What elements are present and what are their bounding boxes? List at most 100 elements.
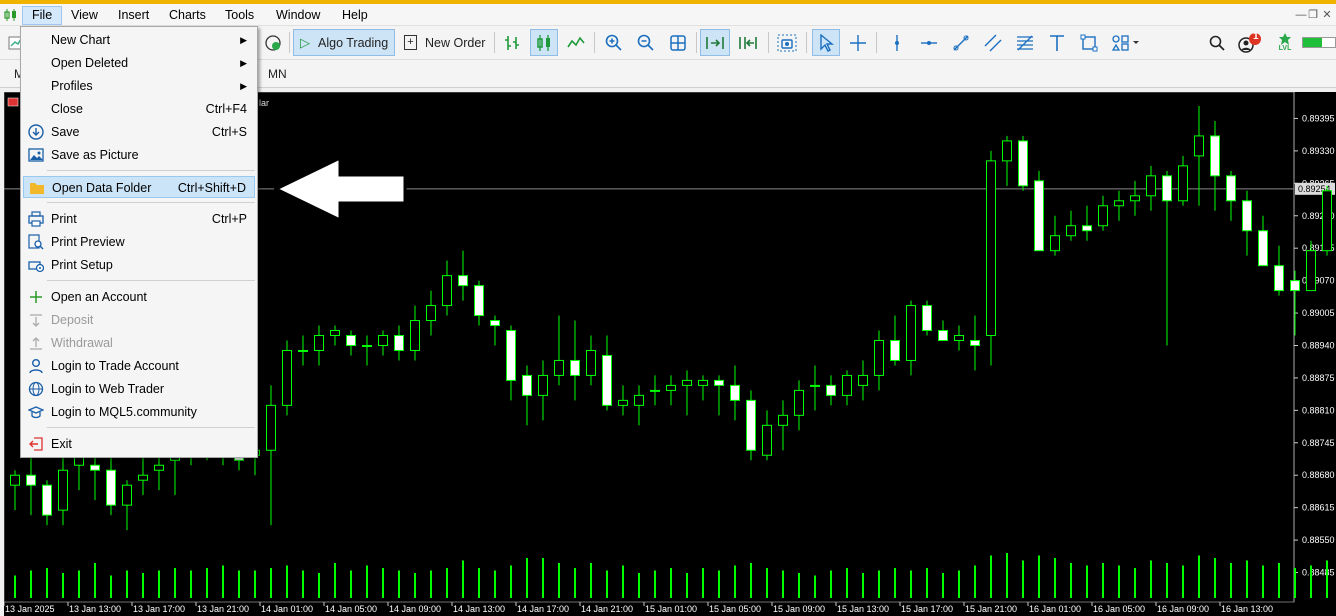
file-menu-item-open-an-account[interactable]: Open an Account <box>23 286 255 308</box>
candle-body <box>266 404 276 451</box>
objects-dropdown-icon[interactable] <box>1108 29 1144 56</box>
time-tick-label: 14 Jan 05:00 <box>325 604 377 614</box>
candle-body <box>394 335 404 351</box>
search-icon[interactable] <box>1206 29 1228 56</box>
file-menu-item-close[interactable]: Close Ctrl+F4 <box>23 98 255 120</box>
shapes-icon[interactable] <box>1078 29 1100 56</box>
print-preview-icon <box>28 234 44 250</box>
menu-charts[interactable]: Charts <box>160 6 215 25</box>
file-menu-item-print-preview[interactable]: Print Preview <box>23 231 255 253</box>
globe-market-icon[interactable] <box>261 29 285 56</box>
file-menu-item-label: Save as Picture <box>51 148 139 162</box>
new-order-button[interactable]: + New Order <box>398 29 491 56</box>
time-tick-label: 16 Jan 13:00 <box>1221 604 1273 614</box>
candle-body <box>1050 235 1060 252</box>
file-menu-item-label: Save <box>51 125 80 139</box>
candle-body <box>1162 175 1172 202</box>
file-menu-item-login-to-web-trader[interactable]: Login to Web Trader <box>23 378 255 400</box>
cursor-icon[interactable] <box>812 29 840 56</box>
candlestick-chart-icon[interactable] <box>530 29 558 56</box>
notifications-icon[interactable]: 1 <box>1236 29 1264 56</box>
tile-windows-icon[interactable] <box>666 29 690 56</box>
text-tool-icon[interactable] <box>1046 29 1068 56</box>
restore-icon[interactable]: ❐ <box>1306 8 1320 22</box>
chart-shift-icon[interactable] <box>734 29 762 56</box>
candle-body <box>538 374 548 396</box>
candle-body <box>1306 250 1316 292</box>
candle-body <box>1210 135 1220 177</box>
time-tick-label: 14 Jan 09:00 <box>389 604 441 614</box>
timeframe-mn[interactable]: MN <box>262 63 293 85</box>
play-icon: ▷ <box>300 34 310 50</box>
file-menu-item-login-to-mql5-community[interactable]: Login to MQL5.community <box>23 401 255 423</box>
horizontal-line-icon[interactable] <box>918 29 940 56</box>
close-icon[interactable]: ✕ <box>1320 8 1334 22</box>
file-menu-item-exit[interactable]: Exit <box>23 433 255 455</box>
picture-icon <box>28 147 44 163</box>
auto-scroll-icon[interactable] <box>700 29 730 56</box>
time-tick-label: 15 Jan 09:00 <box>773 604 825 614</box>
menu-tools[interactable]: Tools <box>216 6 263 25</box>
menu-help[interactable]: Help <box>333 6 377 25</box>
menu-separator <box>47 170 255 171</box>
candle-body <box>1018 140 1028 187</box>
price-tick-label: 0.88745 <box>1302 438 1335 448</box>
menu-view[interactable]: View <box>62 6 107 25</box>
new-order-icon: + <box>404 35 417 50</box>
time-tick-label: 14 Jan 13:00 <box>453 604 505 614</box>
channel-icon[interactable] <box>982 29 1004 56</box>
candle-body <box>714 379 724 386</box>
candle-body <box>1226 175 1236 202</box>
file-menu-item-label: Open Data Folder <box>52 181 152 195</box>
file-menu-item-save-as-picture[interactable]: Save as Picture <box>23 144 255 166</box>
candle-body <box>794 389 804 416</box>
level-badge-icon[interactable]: LVL <box>1272 29 1298 56</box>
time-tick-label: 14 Jan 21:00 <box>581 604 633 614</box>
algo-trading-button[interactable]: ▷ Algo Trading <box>293 29 396 56</box>
file-menu-item-login-to-trade-account[interactable]: Login to Trade Account <box>23 355 255 377</box>
file-menu-item-profiles[interactable]: Profiles ▶ <box>23 75 255 97</box>
candle-body <box>1002 140 1012 162</box>
plus-icon <box>28 289 44 305</box>
file-menu-item-open-deleted[interactable]: Open Deleted ▶ <box>23 52 255 74</box>
candle-body <box>1114 200 1124 207</box>
price-tick-label: 0.88810 <box>1302 405 1335 415</box>
file-menu-item-label: Open an Account <box>51 290 147 304</box>
candle-body <box>378 335 388 346</box>
candle-body <box>1194 135 1204 157</box>
candle-body <box>826 384 836 396</box>
exit-icon <box>28 436 44 452</box>
candle-body <box>762 424 772 456</box>
file-menu-item-open-data-folder[interactable]: Open Data Folder Ctrl+Shift+D <box>23 176 255 198</box>
user-icon <box>28 358 44 374</box>
price-tick-label: 0.88940 <box>1302 340 1335 350</box>
zoom-in-icon[interactable] <box>602 29 626 56</box>
menu-insert[interactable]: Insert <box>109 6 158 25</box>
withdrawal-icon <box>28 335 44 351</box>
candle-body <box>746 399 756 451</box>
file-menu-item-new-chart[interactable]: New Chart ▶ <box>23 29 255 51</box>
candle-body <box>474 285 484 317</box>
file-menu-item-label: Login to MQL5.community <box>51 405 197 419</box>
file-menu-item-print-setup[interactable]: Print Setup <box>23 254 255 276</box>
candle-body <box>154 464 164 471</box>
bar-chart-icon[interactable] <box>500 29 524 56</box>
trendline-icon[interactable] <box>950 29 972 56</box>
vertical-line-icon[interactable] <box>886 29 908 56</box>
menu-file[interactable]: File <box>22 6 63 25</box>
menu-window[interactable]: Window <box>267 6 329 25</box>
file-menu-item-label: New Chart <box>51 33 111 47</box>
app-candle-icon[interactable] <box>4 9 18 21</box>
file-menu-item-save[interactable]: Save Ctrl+S <box>23 121 255 143</box>
file-menu-item-print[interactable]: Print Ctrl+P <box>23 208 255 230</box>
submenu-arrow-icon: ▶ <box>240 35 247 45</box>
menu-separator <box>47 280 255 281</box>
candle-body <box>682 379 692 386</box>
fibonacci-icon[interactable] <box>1014 29 1036 56</box>
zoom-out-icon[interactable] <box>634 29 658 56</box>
candle-body <box>730 384 740 401</box>
crosshair-icon[interactable] <box>846 29 870 56</box>
line-chart-icon[interactable] <box>564 29 588 56</box>
new-order-label: New Order <box>425 35 486 50</box>
screenshot-icon[interactable] <box>774 29 800 56</box>
